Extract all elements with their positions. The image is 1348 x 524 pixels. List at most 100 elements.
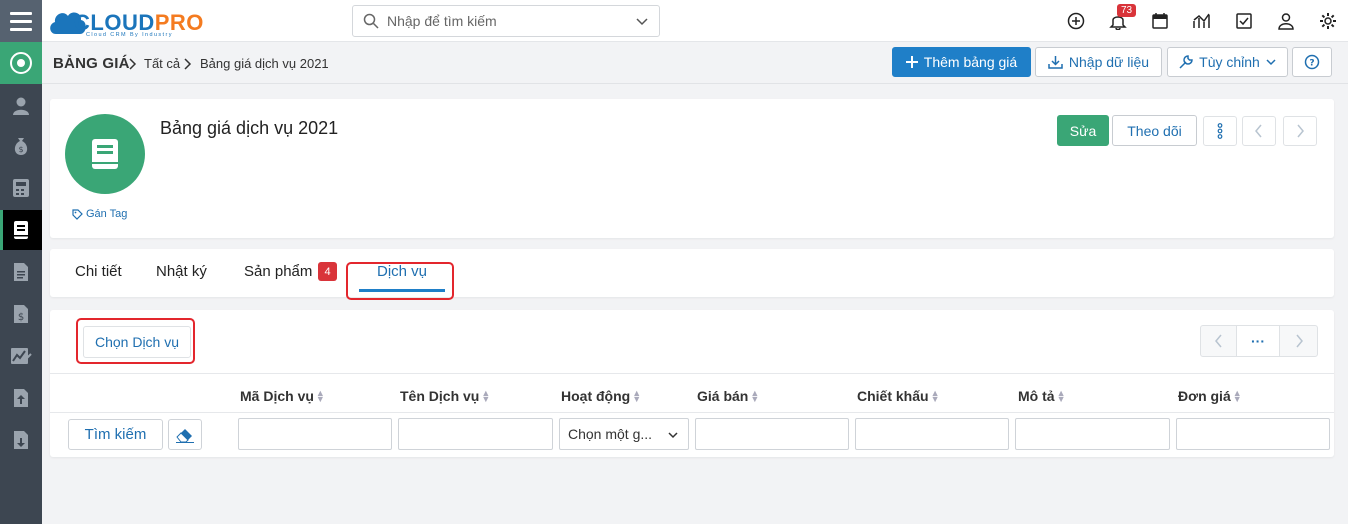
gear-icon <box>1320 13 1336 29</box>
upload-icon <box>14 389 28 407</box>
logo-subtitle: Cloud CRM By Industry <box>86 32 173 38</box>
chevron-down-icon <box>668 432 678 439</box>
filter-service-code[interactable] <box>238 418 392 450</box>
sort-icon: ▲ ▼ <box>632 388 642 404</box>
column-header-service-name[interactable]: Tên Dịch vụ ▲ ▼ <box>400 388 490 404</box>
sidebar-item-home[interactable] <box>0 42 42 84</box>
add-pricebook-button[interactable]: Thêm bảng giá <box>892 47 1031 77</box>
document-icon <box>14 263 28 281</box>
pager-more-button[interactable]: ··· <box>1236 325 1280 357</box>
table-divider <box>50 373 1334 374</box>
tag-icon <box>72 208 83 220</box>
breadcrumb-module[interactable]: BẢNG GIÁ <box>53 55 130 72</box>
menu-toggle-button[interactable] <box>0 0 42 42</box>
chevron-right-icon <box>129 58 137 70</box>
chevron-left-icon <box>1255 124 1262 138</box>
reports-button[interactable] <box>1191 10 1213 32</box>
sidebar-item-calculator[interactable] <box>0 168 42 208</box>
checkbox-icon <box>1236 13 1252 29</box>
top-header: CLOUDPRO Cloud CRM By Industry 73 <box>42 0 1348 42</box>
book-icon <box>14 221 28 239</box>
clear-filter-button[interactable] <box>168 419 202 450</box>
money-bag-icon: $ <box>14 138 28 155</box>
follow-button[interactable]: Theo dõi <box>1112 115 1197 146</box>
help-button[interactable]: ? <box>1292 47 1332 77</box>
breadcrumb-all[interactable]: Tất cả <box>144 56 180 71</box>
products-count-badge: 4 <box>318 262 337 281</box>
more-actions-button[interactable] <box>1203 116 1237 146</box>
tab-details[interactable]: Chi tiết <box>75 263 122 280</box>
sort-icon: ▲ ▼ <box>481 388 491 404</box>
sort-icon: ▲ ▼ <box>1232 388 1242 404</box>
column-header-service-code[interactable]: Mã Dịch vụ ▲ ▼ <box>240 388 325 404</box>
import-data-button[interactable]: Nhập dữ liệu <box>1035 47 1162 77</box>
sort-icon: ▲ ▼ <box>750 388 760 404</box>
import-data-label: Nhập dữ liệu <box>1068 54 1150 70</box>
svg-text:$: $ <box>18 312 24 323</box>
edit-button[interactable]: Sửa <box>1057 115 1109 146</box>
previous-record-button[interactable] <box>1242 116 1276 146</box>
sidebar: $ $ <box>0 0 42 524</box>
tab-products[interactable]: Sản phẩm <box>244 263 312 280</box>
sidebar-item-download[interactable] <box>0 420 42 460</box>
sidebar-item-sales[interactable]: $ <box>0 126 42 166</box>
pager-next-button[interactable] <box>1279 325 1318 357</box>
column-header-unit-price[interactable]: Đơn giá ▲ ▼ <box>1178 388 1242 404</box>
search-icon <box>363 13 379 29</box>
column-header-description[interactable]: Mô tả ▲ ▼ <box>1018 388 1065 404</box>
pager-previous-button[interactable] <box>1200 325 1237 357</box>
filter-price[interactable] <box>695 418 849 450</box>
global-search[interactable] <box>352 5 660 37</box>
sidebar-item-documents[interactable] <box>0 252 42 292</box>
sidebar-item-invoices[interactable]: $ <box>0 294 42 334</box>
column-header-status[interactable]: Hoạt động ▲ ▼ <box>561 388 641 404</box>
sidebar-item-upload[interactable] <box>0 378 42 418</box>
highlight-box-services-tab <box>346 262 454 300</box>
breadcrumb: BẢNG GIÁ Tất cả Bảng giá dịch vụ 2021 Th… <box>42 42 1348 84</box>
search-input[interactable] <box>387 13 627 29</box>
calendar-button[interactable] <box>1149 10 1171 32</box>
add-circle-button[interactable] <box>1065 10 1087 32</box>
tab-history[interactable]: Nhật ký <box>156 263 207 280</box>
user-icon <box>13 97 29 115</box>
add-pricebook-label: Thêm bảng giá <box>923 54 1018 70</box>
eraser-icon <box>176 428 194 443</box>
invoice-icon: $ <box>14 305 28 323</box>
sidebar-item-reports[interactable] <box>0 336 42 376</box>
customize-button[interactable]: Tùy chỉnh <box>1167 47 1288 77</box>
line-chart-icon <box>1193 13 1210 28</box>
app-logo[interactable]: CLOUDPRO Cloud CRM By Industry <box>48 4 208 40</box>
profile-button[interactable] <box>1275 10 1297 32</box>
plus-icon <box>905 56 918 68</box>
next-record-button[interactable] <box>1283 116 1317 146</box>
assign-tag-link[interactable]: Gán Tag <box>72 208 127 220</box>
chevron-right-icon <box>1295 334 1303 348</box>
calculator-icon <box>13 179 29 197</box>
chevron-right-icon <box>1297 124 1304 138</box>
help-circle-icon: ? <box>1304 54 1320 70</box>
column-header-price[interactable]: Giá bán ▲ ▼ <box>697 388 759 404</box>
wrench-icon <box>1179 55 1193 69</box>
column-header-discount[interactable]: Chiết khấu ▲ ▼ <box>857 388 940 404</box>
filter-unit-price[interactable] <box>1176 418 1330 450</box>
record-summary-card: Bảng giá dịch vụ 2021 Gán Tag Sửa Theo d… <box>50 99 1334 238</box>
filter-service-name[interactable] <box>398 418 553 450</box>
svg-text:$: $ <box>18 145 23 154</box>
services-related-list: Chọn Dịch vụ ··· Mã Dịch vụ ▲ ▼ Tên Dịch v… <box>50 310 1334 457</box>
download-icon <box>14 431 28 449</box>
filter-description[interactable] <box>1015 418 1170 450</box>
user-icon <box>1278 13 1294 30</box>
filter-status-select[interactable]: Chọn một g... <box>559 418 689 450</box>
sort-icon: ▲ ▼ <box>930 388 940 404</box>
sidebar-item-pricebook[interactable] <box>0 210 42 250</box>
record-avatar <box>65 114 145 194</box>
sidebar-item-contacts[interactable] <box>0 86 42 126</box>
search-filter-button[interactable]: Tìm kiếm <box>68 419 163 450</box>
filter-discount[interactable] <box>855 418 1009 450</box>
chevron-down-icon[interactable] <box>635 14 649 28</box>
record-tabs: Chi tiết Nhật ký Sản phẩm 4 Dịch vụ <box>50 249 1334 300</box>
plus-circle-icon <box>1067 12 1085 30</box>
settings-button[interactable] <box>1317 10 1339 32</box>
tasks-button[interactable] <box>1233 10 1255 32</box>
home-circle-icon <box>10 52 32 74</box>
